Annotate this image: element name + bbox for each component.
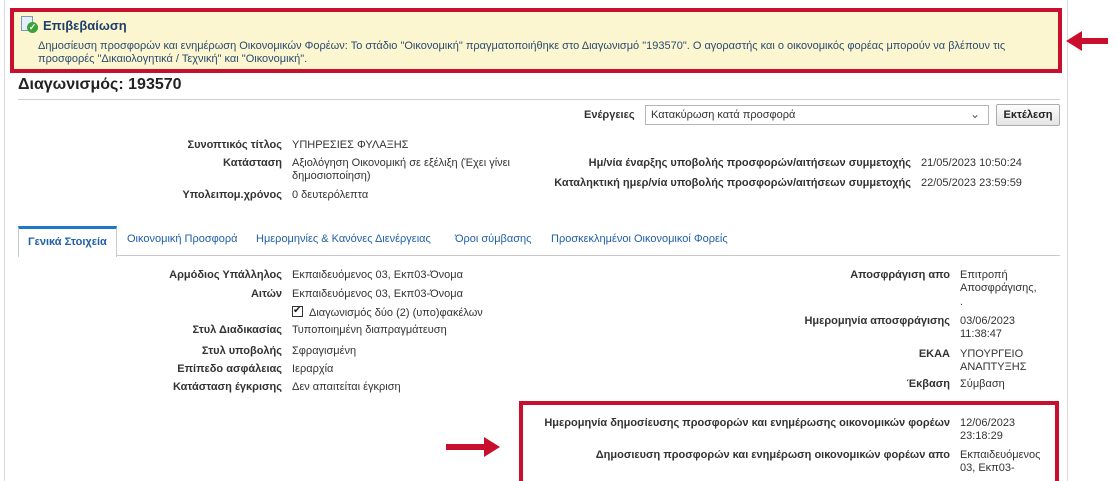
tab-invited-suppliers[interactable]: Προσκεκλημένοι Οικονομικοί Φορείς [551,233,728,245]
requester-label: Αιτών [250,288,282,300]
tab-general[interactable]: Γενικά Στοιχεία [18,226,117,257]
end-date-value: 22/05/2023 23:59:59 [921,177,1022,189]
tab-contract-terms[interactable]: Όροι σύμβασης [455,233,531,245]
unseal-date-label: Ημερομηνία αποσφράγισης [804,315,950,327]
actions-label: Ενέργειες [584,109,635,121]
page: ✓ Επιβεβαίωση Δημοσίευση προσφορών και ε… [0,0,1118,481]
two-envelope-label: Διαγωνισμός δύο (2) (υπο)φακέλων [309,307,483,319]
tab-dates-rules[interactable]: Ημερομηνίες & Κανόνες Διενέργειας [256,233,431,245]
security-label: Επίπεδο ασφάλειας [177,363,282,375]
confirmation-icon: ✓ [20,16,38,34]
unsealed-by-extra: . [960,296,964,308]
approval-value: Δεν απαιτείται έγκριση [292,381,401,393]
two-envelope-checkbox[interactable] [292,304,303,317]
remaining-time-label: Υπολειπομ.χρόνος [182,189,282,201]
procedure-value: Τυποποιημένη διαπραγμάτευση [292,324,447,336]
run-button[interactable]: Εκτέλεση [996,104,1060,126]
confirmation-title: Επιβεβαίωση [43,17,127,33]
two-envelope-row: Διαγωνισμός δύο (2) (υπο)φακέλων [292,304,522,320]
outcome-label: Έκβαση [906,378,950,390]
annotation-arrow-right-icon [446,437,500,457]
start-date-value: 21/05/2023 10:50:24 [921,157,1022,169]
ekaa-value: ΥΠΟΥΡΓΕΙΟ ΑΝΑΠΤΥΞΗΣ [960,348,1027,373]
security-value: Ιεραρχία [292,363,334,375]
actions-select[interactable]: Κατακύρωση κατά προσφορά ⌄ [645,105,989,125]
end-date-label: Καταληκτική ημερ/νία υποβολής προσφορών/… [554,177,911,189]
confirmation-banner: ✓ Επιβεβαίωση Δημοσίευση προσφορών και ε… [10,8,1062,73]
ekaa-label: ΕΚΑΑ [918,348,950,360]
unsealed-by-label: Αποσφράγιση απο [850,269,950,281]
page-title: Διαγωνισμός: 193570 [18,76,182,93]
approval-label: Κατάσταση έγκρισης [172,381,282,393]
outcome-value: Σύμβαση [960,378,1005,390]
title-divider [18,99,1060,100]
confirmation-header: ✓ Επιβεβαίωση [20,16,127,34]
publish-date-label: Ημερομηνία δημοσίευσης προσφορών και ενη… [544,417,950,429]
procedure-label: Στυλ Διαδικασίας [192,324,282,336]
publish-date-value: 12/06/2023 23:18:29 [960,417,1016,442]
submission-value: Σφραγισμένη [292,345,357,357]
short-title-value: ΥΠΗΡΕΣΙΕΣ ΦΥΛΑΞΗΣ [292,139,409,151]
annotation-arrow-left-icon [1066,31,1108,51]
requester-value: Εκπαιδευόμενος 03, Εκπ03-Όνομα [292,288,463,300]
publish-by-label: Δημοσιευση προσφορών και ενημέρωση οικον… [595,449,950,461]
remaining-time-value: 0 δευτερόλεπτα [292,189,369,201]
submission-label: Στυλ υποβολής [201,345,282,357]
tab-bar: Γενικά Στοιχεία Οικονομική Προσφορά Ημερ… [18,226,1060,257]
publish-by-value: Εκπαιδευόμενος 03, Εκπ03- [960,449,1041,474]
status-label: Κατάσταση [223,157,282,169]
tab-financial-offer[interactable]: Οικονομική Προσφορά [127,233,238,245]
short-title-label: Συνοπτικός τίτλος [187,139,282,151]
unsealed-by-value: Επιτροπή Αποσφράγισης, [960,269,1037,294]
status-value: Αξιολόγηση Οικονομική σε εξέλιξη (Έχει γ… [292,157,510,182]
start-date-label: Ημ/νία έναρξης υποβολής προσφορών/αιτήσε… [588,157,911,169]
officer-value: Εκπαιδευόμενος 03, Εκπ03-Όνομα [292,269,463,281]
officer-label: Αρμόδιος Υπάλληλος [169,269,282,281]
actions-select-value: Κατακύρωση κατά προσφορά [651,109,796,121]
chevron-down-icon: ⌄ [969,107,980,121]
confirmation-message: Δημοσίευση προσφορών και ενημέρωση Οικον… [38,40,1006,65]
checkmark-icon: ✓ [27,22,38,33]
unseal-date-value: 03/06/2023 11:38:47 [960,315,1016,340]
